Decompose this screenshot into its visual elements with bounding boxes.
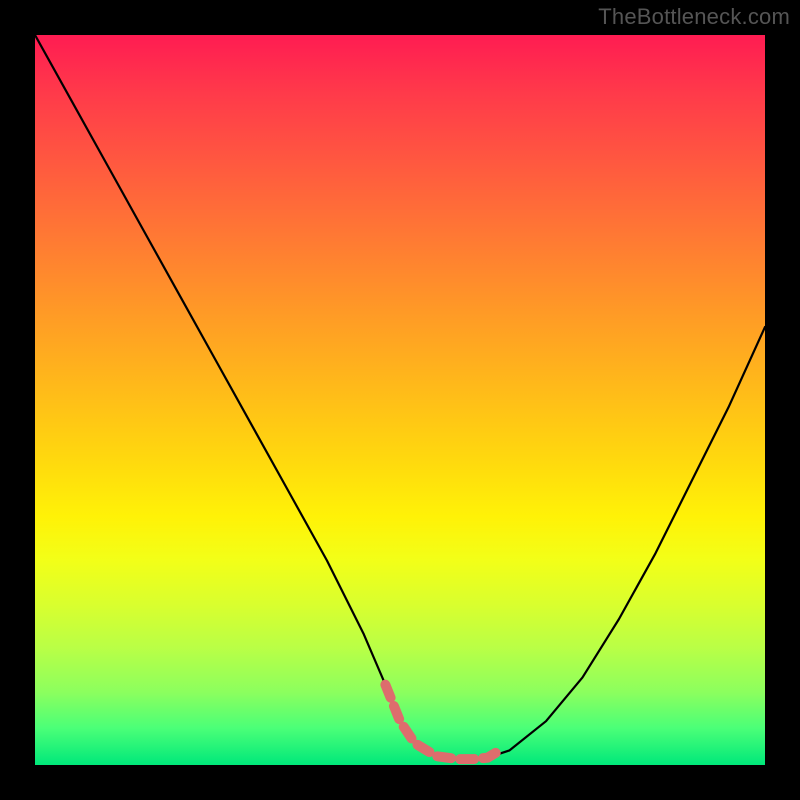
curve-svg xyxy=(35,35,765,765)
watermark-text: TheBottleneck.com xyxy=(598,4,790,30)
chart-stage: TheBottleneck.com xyxy=(0,0,800,800)
plot-area xyxy=(35,35,765,765)
main-curve xyxy=(35,35,765,759)
highlight-curve xyxy=(385,685,502,759)
